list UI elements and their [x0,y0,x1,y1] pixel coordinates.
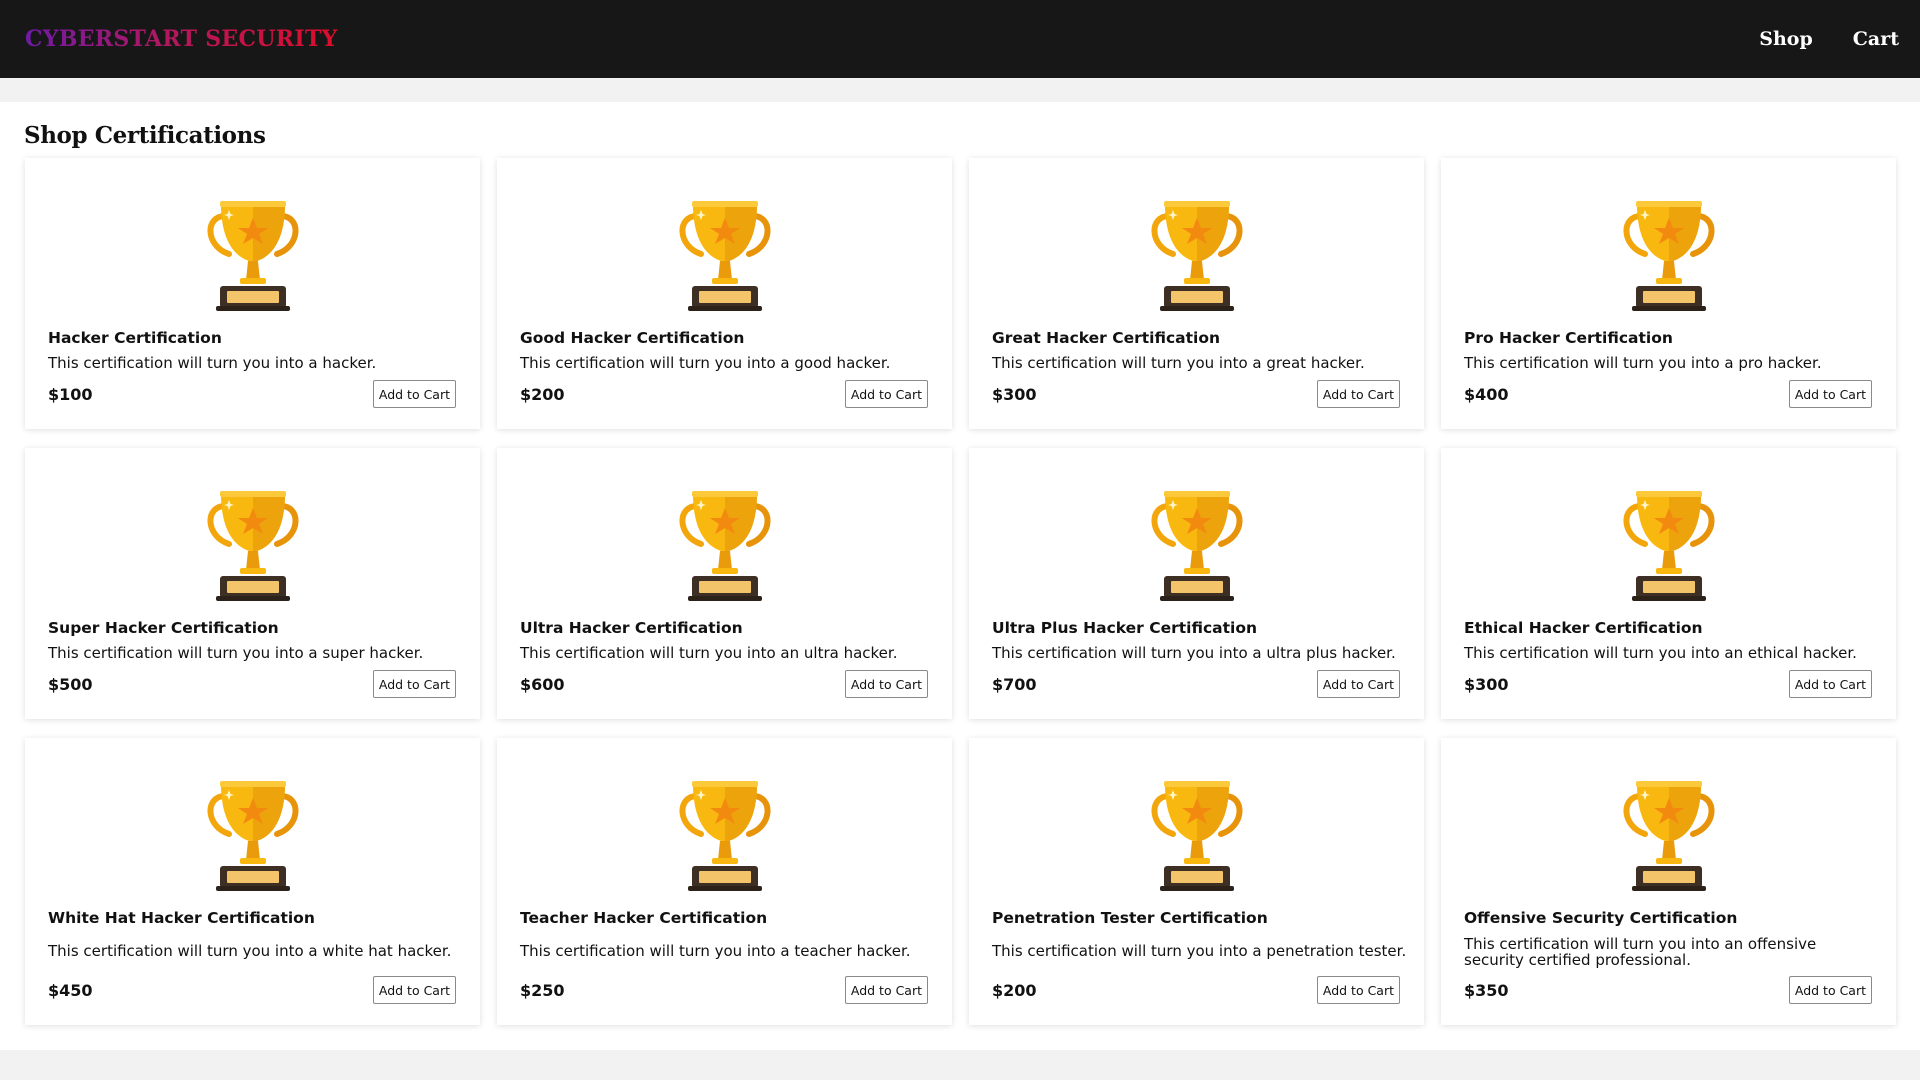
product-title: Good Hacker Certification [520,329,745,347]
trophy-icon [1151,201,1243,311]
product-footer: $100 Add to Cart [48,380,456,408]
trophy-icon [207,491,299,601]
navbar: CYBERSTART SECURITY Shop Cart [0,0,1920,78]
product-footer: $200 Add to Cart [992,976,1400,1004]
trophy-icon [207,781,299,891]
page-title: Shop Certifications [24,122,266,149]
product-card: Penetration Tester Certification This ce… [969,738,1424,1025]
product-description: This certification will turn you into a … [520,354,891,372]
product-price: $350 [1464,980,1509,1000]
product-price: $500 [48,674,93,694]
product-description: This certification will turn you into a … [992,644,1396,662]
product-description: This certification will turn you into a … [992,942,1407,960]
product-footer: $300 Add to Cart [992,380,1400,408]
product-price: $300 [1464,674,1509,694]
product-footer: $500 Add to Cart [48,670,456,698]
product-description: This certification will turn you into a … [520,942,911,960]
nav-shop-link[interactable]: Shop [1759,28,1813,50]
product-price: $700 [992,674,1037,694]
product-footer: $450 Add to Cart [48,976,456,1004]
product-title: Teacher Hacker Certification [520,909,768,927]
product-card: Teacher Hacker Certification This certif… [497,738,952,1025]
add-to-cart-button[interactable]: Add to Cart [844,670,928,698]
add-to-cart-button[interactable]: Add to Cart [372,976,456,1004]
product-description: This certification will turn you into a … [992,354,1365,372]
trophy-icon [207,201,299,311]
product-title: Penetration Tester Certification [992,909,1268,927]
add-to-cart-button[interactable]: Add to Cart [372,670,456,698]
trophy-icon [1623,781,1715,891]
trophy-icon [679,201,771,311]
add-to-cart-button[interactable]: Add to Cart [844,380,928,408]
product-price: $250 [520,980,565,1000]
add-to-cart-button[interactable]: Add to Cart [1788,380,1872,408]
product-card: Hacker Certification This certification … [25,158,480,429]
product-footer: $350 Add to Cart [1464,976,1872,1004]
add-to-cart-button[interactable]: Add to Cart [372,380,456,408]
product-title: White Hat Hacker Certification [48,909,315,927]
product-footer: $200 Add to Cart [520,380,928,408]
product-card: Good Hacker Certification This certifica… [497,158,952,429]
product-title: Ethical Hacker Certification [1464,619,1703,637]
product-footer: $250 Add to Cart [520,976,928,1004]
product-card: Ethical Hacker Certification This certif… [1441,448,1896,719]
product-title: Ultra Plus Hacker Certification [992,619,1257,637]
product-grid: Hacker Certification This certification … [25,158,1896,1025]
trophy-icon [1623,201,1715,311]
product-description: This certification will turn you into a … [1464,354,1822,372]
product-footer: $600 Add to Cart [520,670,928,698]
add-to-cart-button[interactable]: Add to Cart [1788,976,1872,1004]
nav-links: Shop Cart [1759,28,1899,50]
product-title: Offensive Security Certification [1464,909,1738,927]
product-card: Pro Hacker Certification This certificat… [1441,158,1896,429]
product-description: This certification will turn you into a … [48,644,424,662]
product-description: This certification will turn you into an… [1464,644,1857,662]
main-content: Shop Certifications Hacker Certification… [0,102,1920,1050]
trophy-icon [1151,491,1243,601]
brand-logo[interactable]: CYBERSTART SECURITY [25,0,338,78]
add-to-cart-button[interactable]: Add to Cart [844,976,928,1004]
add-to-cart-button[interactable]: Add to Cart [1316,380,1400,408]
add-to-cart-button[interactable]: Add to Cart [1788,670,1872,698]
product-price: $400 [1464,384,1509,404]
trophy-icon [679,781,771,891]
product-price: $300 [992,384,1037,404]
trophy-icon [679,491,771,601]
product-footer: $400 Add to Cart [1464,380,1872,408]
product-card: Ultra Plus Hacker Certification This cer… [969,448,1424,719]
product-card: Offensive Security Certification This ce… [1441,738,1896,1025]
nav-cart-link[interactable]: Cart [1853,28,1899,50]
product-title: Pro Hacker Certification [1464,329,1673,347]
product-footer: $300 Add to Cart [1464,670,1872,698]
product-description: This certification will turn you into an… [520,644,898,662]
product-title: Hacker Certification [48,329,222,347]
product-card: Ultra Hacker Certification This certific… [497,448,952,719]
product-price: $450 [48,980,93,1000]
product-card: White Hat Hacker Certification This cert… [25,738,480,1025]
product-footer: $700 Add to Cart [992,670,1400,698]
product-description: This certification will turn you into a … [48,942,452,960]
product-card: Great Hacker Certification This certific… [969,158,1424,429]
trophy-icon [1151,781,1243,891]
product-price: $600 [520,674,565,694]
product-title: Great Hacker Certification [992,329,1221,347]
product-title: Ultra Hacker Certification [520,619,743,637]
product-card: Super Hacker Certification This certific… [25,448,480,719]
add-to-cart-button[interactable]: Add to Cart [1316,670,1400,698]
add-to-cart-button[interactable]: Add to Cart [1316,976,1400,1004]
product-price: $200 [992,980,1037,1000]
product-description: This certification will turn you into an… [1464,935,1817,969]
product-description: This certification will turn you into a … [48,354,377,372]
product-price: $200 [520,384,565,404]
product-title: Super Hacker Certification [48,619,279,637]
product-price: $100 [48,384,93,404]
trophy-icon [1623,491,1715,601]
